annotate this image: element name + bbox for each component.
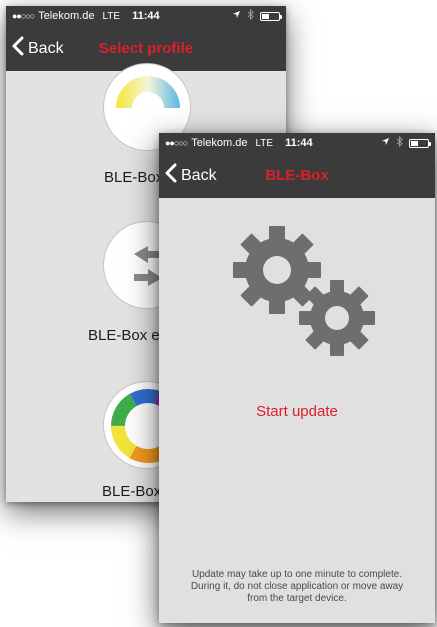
location-arrow-icon: [381, 137, 390, 149]
network-type: LTE: [102, 10, 121, 22]
back-button[interactable]: Back: [6, 36, 64, 61]
chevron-left-icon: [165, 163, 181, 188]
back-label: Back: [181, 166, 217, 184]
back-button[interactable]: Back: [159, 163, 217, 188]
status-right-icons: [232, 8, 282, 23]
bluetooth-icon: [247, 8, 254, 23]
status-time: 11:44: [132, 10, 160, 22]
profile-label: BLE-Box e: [88, 327, 160, 344]
signal-strength: ●●○○○: [12, 11, 35, 21]
update-content: Start update Update may take up to one m…: [159, 198, 435, 623]
screenshot-stage: ●●○○○ Telekom.de LTE 11:44 Back Select p…: [0, 0, 437, 627]
status-right-icons: [381, 135, 431, 150]
signal-strength: ●●○○○: [165, 138, 188, 148]
bluetooth-icon: [396, 135, 403, 150]
back-label: Back: [28, 39, 64, 57]
status-time: 11:44: [285, 137, 313, 149]
location-arrow-icon: [232, 10, 241, 22]
chevron-left-icon: [12, 36, 28, 61]
start-update-button[interactable]: Start update: [159, 403, 435, 420]
status-bar: ●●○○○ Telekom.de LTE 11:44: [6, 6, 286, 26]
ble-box-update-screen: ●●○○○ Telekom.de LTE 11:44 Back BLE-Box …: [159, 133, 435, 623]
battery-icon: [409, 138, 431, 148]
profile-label: BLE-Box: [102, 483, 162, 500]
battery-icon: [260, 11, 282, 21]
carrier-name: Telekom.de: [38, 10, 95, 22]
info-line: During it, do not close application or m…: [190, 581, 404, 592]
carrier-name: Telekom.de: [191, 137, 248, 149]
navigation-bar: Back BLE-Box: [159, 153, 435, 198]
info-line: Update may take up to one minute to comp…: [191, 569, 403, 580]
update-info-text: Update may take up to one minute to comp…: [173, 569, 421, 605]
info-line: from the target device.: [247, 593, 347, 604]
network-type: LTE: [255, 137, 274, 149]
status-bar: ●●○○○ Telekom.de LTE 11:44: [159, 133, 435, 153]
profile-label: BLE-Box: [104, 169, 164, 186]
gears-icon: [225, 218, 381, 358]
